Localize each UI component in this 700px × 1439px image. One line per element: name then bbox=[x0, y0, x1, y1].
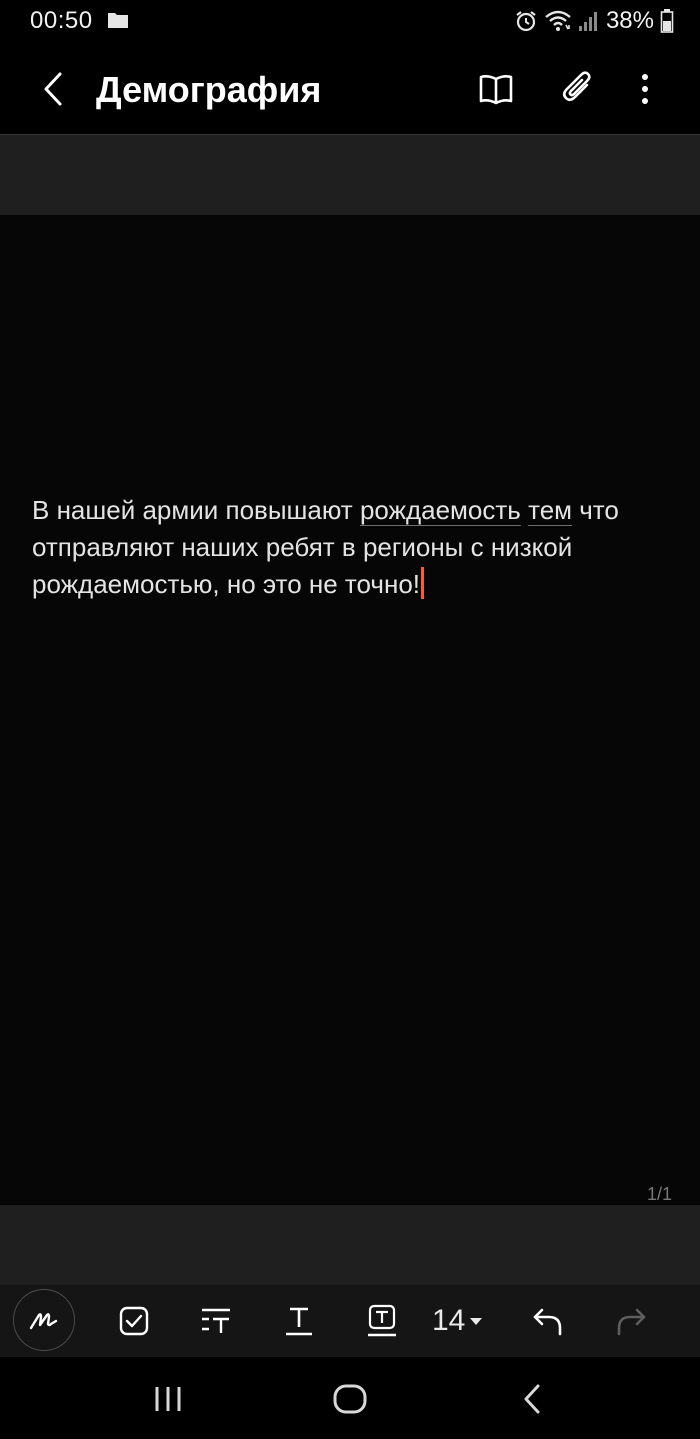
handwriting-button[interactable] bbox=[13, 1289, 75, 1351]
alarm-icon bbox=[516, 11, 536, 32]
reading-mode-button[interactable] bbox=[471, 64, 521, 114]
battery-percent: 38% bbox=[605, 7, 654, 34]
recents-button[interactable] bbox=[138, 1371, 198, 1427]
undo-button[interactable] bbox=[518, 1291, 578, 1351]
page-title: Демография bbox=[96, 69, 322, 110]
status-time: 00:50 bbox=[30, 7, 93, 34]
page-indicator: 1/1 bbox=[646, 1184, 672, 1204]
app-bar: Демография bbox=[0, 44, 700, 134]
redo-icon bbox=[617, 1308, 646, 1336]
recents-icon bbox=[155, 1387, 181, 1411]
home-button[interactable] bbox=[320, 1371, 380, 1427]
attach-button[interactable] bbox=[553, 64, 603, 114]
text-format-button[interactable] bbox=[269, 1291, 329, 1351]
redo-button[interactable] bbox=[601, 1291, 661, 1351]
note-editor[interactable]: В нашей армии повышают рождаемость тем ч… bbox=[0, 215, 700, 1205]
attach-icon bbox=[562, 71, 591, 102]
top-gray-band bbox=[0, 135, 700, 215]
system-nav-bar bbox=[0, 1357, 700, 1439]
checklist-button[interactable] bbox=[104, 1291, 164, 1351]
pen-icon bbox=[29, 1313, 58, 1330]
text-style-icon bbox=[202, 1308, 230, 1333]
more-icon bbox=[642, 74, 648, 104]
home-icon bbox=[333, 1384, 367, 1414]
undo-icon bbox=[533, 1308, 562, 1336]
back-nav-icon bbox=[524, 1384, 540, 1414]
note-text[interactable]: В нашей армии повышают рождаемость тем ч… bbox=[32, 492, 672, 603]
more-options-button[interactable] bbox=[620, 64, 670, 114]
text-box-button[interactable] bbox=[352, 1291, 412, 1351]
font-size-value: 14 bbox=[432, 1304, 466, 1337]
spellcheck-word[interactable]: рождаемость bbox=[360, 495, 521, 525]
bottom-gray-band bbox=[0, 1205, 700, 1285]
battery-icon bbox=[660, 9, 674, 33]
checkbox-icon bbox=[119, 1306, 149, 1336]
paragraph-style-button[interactable] bbox=[186, 1291, 246, 1351]
back-button[interactable] bbox=[28, 64, 78, 114]
text-cursor bbox=[421, 567, 425, 599]
spellcheck-word[interactable]: тем bbox=[528, 495, 572, 525]
text-box-icon bbox=[368, 1304, 396, 1337]
folder-icon bbox=[108, 13, 128, 28]
editor-toolbar: 14 bbox=[0, 1285, 700, 1357]
status-bar: 00:50 38% bbox=[0, 0, 700, 44]
text-underline-icon bbox=[286, 1307, 312, 1336]
note-text-part bbox=[521, 495, 528, 525]
reading-mode-icon bbox=[479, 75, 513, 105]
signal-icon bbox=[578, 12, 597, 31]
dropdown-arrow-icon bbox=[470, 1318, 483, 1325]
back-icon bbox=[44, 72, 62, 106]
status-icons: 38% bbox=[514, 6, 674, 36]
font-size-selector[interactable]: 14 bbox=[432, 1295, 483, 1347]
note-text-part: В нашей армии повышают bbox=[32, 495, 360, 525]
wifi-icon bbox=[545, 10, 571, 31]
back-nav-button[interactable] bbox=[502, 1371, 562, 1427]
